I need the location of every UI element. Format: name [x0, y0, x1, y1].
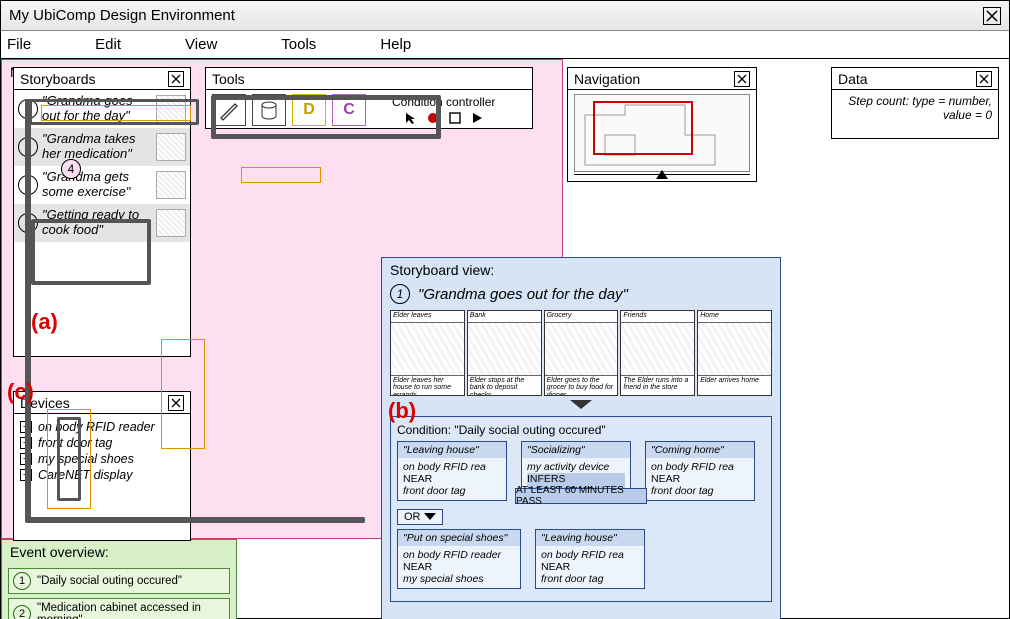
- play-icon[interactable]: [470, 111, 484, 125]
- storyboard-thumb: [156, 133, 186, 161]
- close-icon[interactable]: [976, 71, 992, 87]
- device-item[interactable]: +on body RFID reader: [20, 420, 184, 434]
- close-icon[interactable]: [168, 71, 184, 87]
- close-icon[interactable]: [734, 71, 750, 87]
- storyboard-frame[interactable]: FriendsThe Elder runs into a friend in t…: [620, 310, 695, 396]
- tools-title: Tools: [212, 71, 245, 87]
- zoom-slider[interactable]: [574, 174, 750, 180]
- condition-row: "Put on special shoes" on body RFID read…: [397, 529, 765, 589]
- navigation-minimap[interactable]: [574, 94, 750, 172]
- annotation-c: (c): [7, 379, 34, 405]
- event-row[interactable]: 2 "Medication cabinet accessed in morning…: [8, 598, 230, 619]
- map-marker[interactable]: 4: [61, 159, 81, 179]
- storyboard-item[interactable]: 3 "Grandma gets some exercise": [14, 166, 190, 204]
- drag-handle-icon[interactable]: [382, 400, 780, 410]
- menu-bar: File Edit View Tools Help: [1, 31, 1009, 59]
- storyboard-view-heading: 1 "Grandma goes out for the day": [382, 282, 780, 306]
- storyboard-thumb: [156, 171, 186, 199]
- menu-file[interactable]: File: [7, 36, 31, 53]
- data-panel: Data Step count: type = number, value = …: [831, 67, 999, 139]
- annotation-b: (b): [388, 398, 416, 424]
- navigation-title: Navigation: [574, 71, 640, 87]
- tools-header[interactable]: Tools: [206, 68, 532, 90]
- storyboard-thumb: [156, 209, 186, 237]
- device-item[interactable]: +my special shoes: [20, 452, 184, 466]
- condition-area: Condition: "Daily social outing occured"…: [390, 416, 772, 602]
- or-connector[interactable]: OR: [397, 509, 443, 525]
- close-icon[interactable]: [983, 7, 1001, 25]
- event-row[interactable]: 1 "Daily social outing occured": [8, 568, 230, 594]
- device-item[interactable]: +front door tag: [20, 436, 184, 450]
- navigation-panel: Navigation: [567, 67, 757, 182]
- event-label: "Medication cabinet accessed in morning": [37, 602, 225, 619]
- storyboard-item[interactable]: 2 "Grandma takes her medication": [14, 128, 190, 166]
- event-number: 2: [13, 605, 31, 619]
- storyboard-frame[interactable]: GroceryElder goes to the grocer to buy f…: [544, 310, 619, 396]
- event-number: 1: [13, 572, 31, 590]
- navigation-viewport[interactable]: [593, 101, 693, 155]
- storyboard-frame[interactable]: Elder leavesElder leaves her house to ru…: [390, 310, 465, 396]
- stop-icon[interactable]: [448, 111, 462, 125]
- storyboard-label: "Grandma takes her medication": [42, 132, 152, 162]
- menu-tools[interactable]: Tools: [281, 36, 316, 53]
- slider-handle-icon[interactable]: [656, 170, 668, 179]
- workspace: Storyboards 1 "Grandma goes out for the …: [1, 59, 1009, 619]
- navigation-header[interactable]: Navigation: [568, 68, 756, 90]
- data-title: Data: [838, 71, 868, 87]
- menu-help[interactable]: Help: [380, 36, 411, 53]
- condition-box[interactable]: "Leaving house" on body RFID rea NEAR fr…: [397, 441, 507, 501]
- data-content: Step count: type = number, value = 0: [832, 90, 998, 126]
- storyboard-view-label: "Grandma goes out for the day": [418, 286, 628, 303]
- storyboard-label: "Grandma gets some exercise": [42, 170, 152, 200]
- event-label: "Daily social outing occured": [37, 575, 182, 587]
- condition-box[interactable]: "Leaving house" on body RFID rea NEAR fr…: [535, 529, 645, 589]
- storyboards-title: Storyboards: [20, 71, 95, 87]
- chevron-down-icon: [424, 513, 436, 521]
- menu-view[interactable]: View: [185, 36, 217, 53]
- event-overview: Event overview: 1 "Daily social outing oc…: [1, 539, 237, 619]
- data-header[interactable]: Data: [832, 68, 998, 90]
- storyboard-view-title: Storyboard view:: [382, 258, 780, 282]
- condition-box[interactable]: "Coming home" on body RFID rea NEAR fron…: [645, 441, 755, 501]
- app-window: My UbiComp Design Environment File Edit …: [0, 0, 1010, 619]
- storyboard-frame[interactable]: HomeElder arrives home: [697, 310, 772, 396]
- device-item[interactable]: +CareNET display: [20, 468, 184, 482]
- condition-box[interactable]: "Put on special shoes" on body RFID read…: [397, 529, 521, 589]
- storyboard-strip: Elder leavesElder leaves her house to ru…: [382, 306, 780, 400]
- time-constraint[interactable]: AT LEAST 60 MINUTES PASS: [515, 488, 647, 504]
- event-overview-title: Event overview:: [2, 540, 236, 564]
- storyboard-frame[interactable]: BankElder stops at the bank to deposit c…: [467, 310, 542, 396]
- storyboard-view: Storyboard view: 1 "Grandma goes out for…: [381, 257, 781, 619]
- storyboard-view-number: 1: [390, 284, 410, 304]
- title-bar: My UbiComp Design Environment: [1, 1, 1009, 31]
- condition-title: Condition: "Daily social outing occured": [397, 423, 765, 437]
- menu-edit[interactable]: Edit: [95, 36, 121, 53]
- annotation-a: (a): [31, 309, 58, 335]
- app-title: My UbiComp Design Environment: [9, 7, 235, 24]
- condition-row: "Leaving house" on body RFID rea NEAR fr…: [397, 441, 765, 501]
- storyboards-header[interactable]: Storyboards: [14, 68, 190, 90]
